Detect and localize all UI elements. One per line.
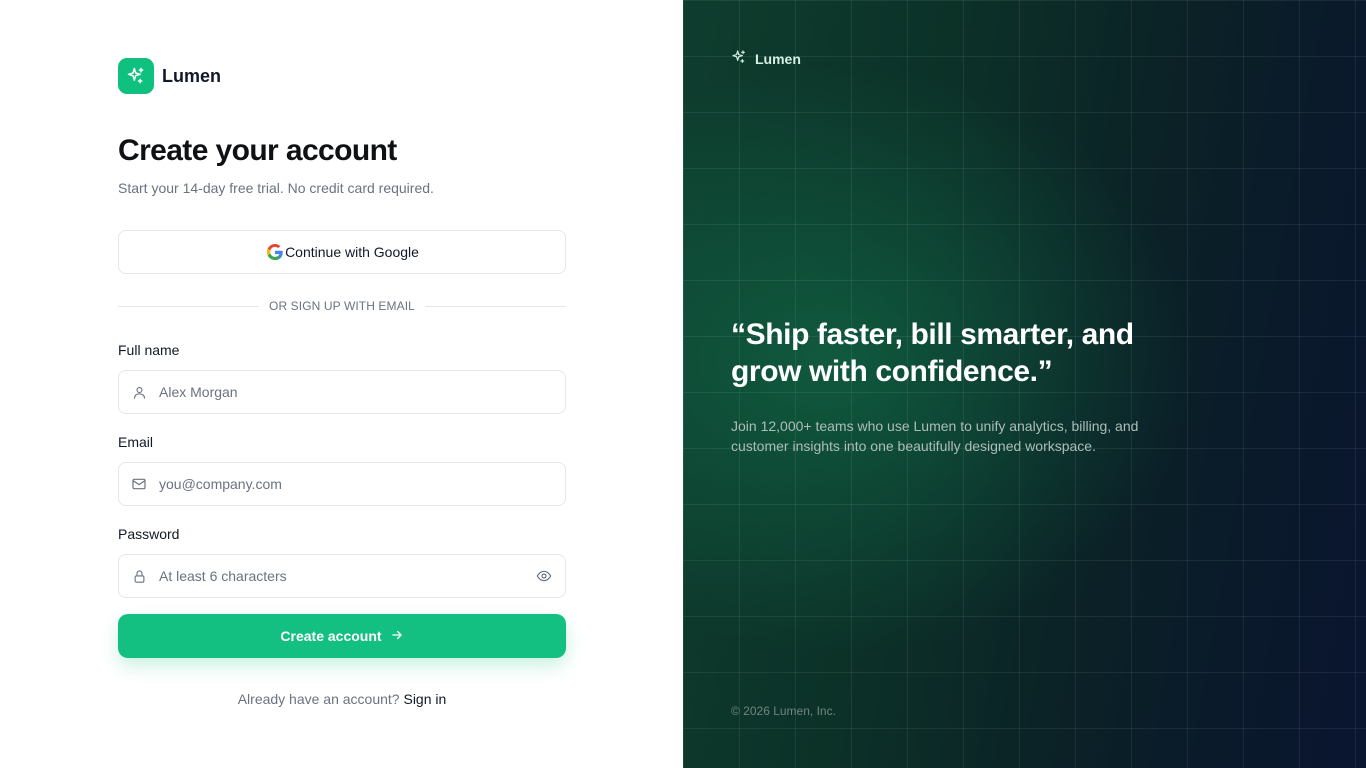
divider: OR SIGN UP WITH EMAIL [118,297,566,315]
google-button-label: Continue with Google [285,244,419,260]
signin-prompt-text: Already have an account? [237,691,400,707]
hero-brand: Lumen [731,49,801,68]
signin-prompt: Already have an account? Sign in [118,691,566,707]
signup-form-panel: Lumen Create your account Start your 14-… [0,0,683,768]
full-name-input[interactable] [159,384,553,400]
arrow-right-icon [390,628,404,645]
divider-line [424,305,566,307]
brand-name: Lumen [162,65,222,86]
full-name-label: Full name [118,342,180,358]
mail-icon [131,476,147,492]
create-account-label: Create account [280,628,382,644]
hero-description: Join 12,000+ teams who use Lumen to unif… [731,418,1139,454]
user-icon [131,384,147,400]
email-label: Email [118,434,154,450]
eye-icon[interactable] [535,567,553,585]
page-subtitle: Start your 14-day free trial. No credit … [118,180,434,196]
divider-label: OR SIGN UP WITH EMAIL [269,299,415,313]
page-title: Create your account [118,134,397,167]
hero-quote: “Ship faster, bill smarter, and grow wit… [731,318,1134,388]
copyright: © 2026 Lumen, Inc. [731,704,836,718]
email-field[interactable] [118,462,566,506]
sparkle-icon [731,49,747,68]
password-field[interactable] [118,554,566,598]
lock-icon [131,568,147,584]
brand-logo[interactable]: Lumen [118,58,221,94]
hero-panel: Lumen “Ship faster, bill smarter, and gr… [683,0,1366,768]
hero-brand-name: Lumen [755,50,801,67]
google-signin-button[interactable]: Continue with Google [118,230,566,274]
full-name-field[interactable] [118,370,566,414]
google-icon [265,242,285,262]
signup-page: Lumen Create your account Start your 14-… [0,0,1366,768]
divider-line [118,305,260,307]
password-input[interactable] [159,568,535,584]
email-input[interactable] [159,476,553,492]
password-label: Password [118,526,180,542]
create-account-button[interactable]: Create account [118,614,566,658]
sparkle-icon [118,58,154,94]
signin-link[interactable]: Sign in [403,691,446,707]
